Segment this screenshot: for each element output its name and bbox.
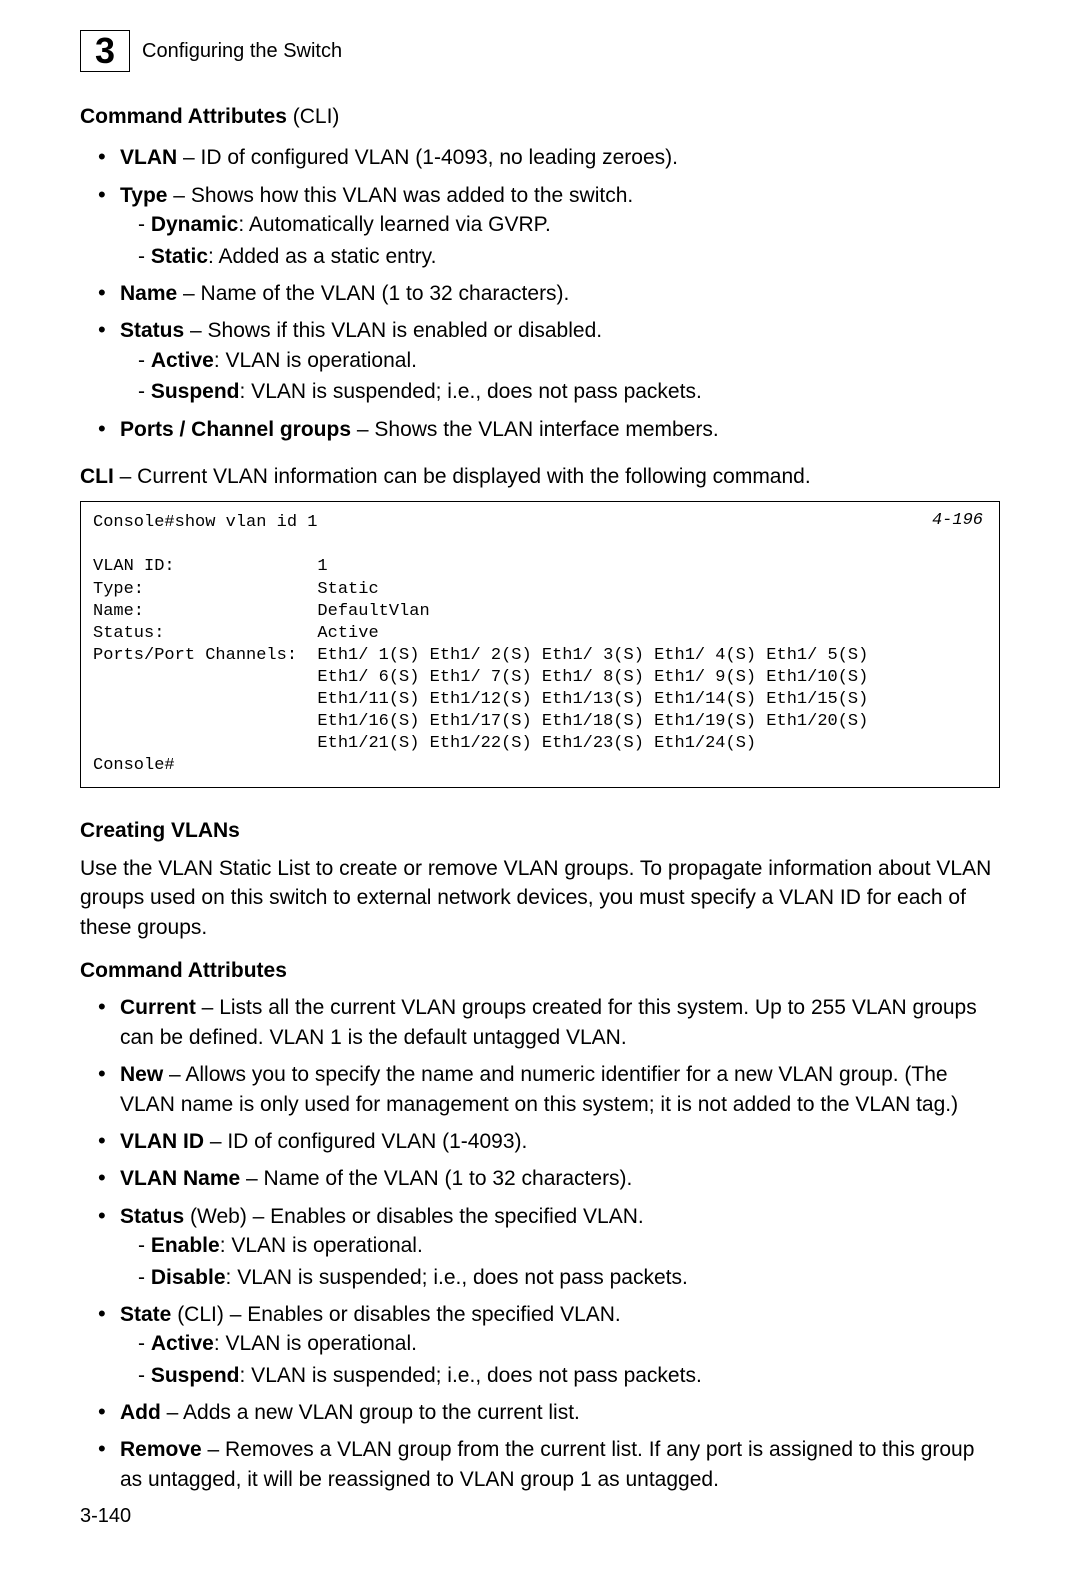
list-item: VLAN – ID of configured VLAN (1-4093, no…: [98, 143, 1000, 172]
attribute-list-creating-vlans: Current – Lists all the current VLAN gro…: [98, 993, 1000, 1494]
list-item: Type – Shows how this VLAN was added to …: [98, 181, 1000, 271]
sub-item: - Dynamic: Automatically learned via GVR…: [138, 210, 1000, 239]
sub-item: - Enable: VLAN is operational.: [138, 1231, 1000, 1260]
list-item: Current – Lists all the current VLAN gro…: [98, 993, 1000, 1052]
cross-reference: 4-196: [932, 510, 983, 532]
chapter-number: 3: [95, 26, 115, 76]
list-item: Remove – Removes a VLAN group from the c…: [98, 1435, 1000, 1494]
cli-output-box: 4-196 Console#show vlan id 1 VLAN ID: 1 T…: [80, 501, 1000, 788]
list-item: VLAN Name – Name of the VLAN (1 to 32 ch…: [98, 1164, 1000, 1193]
page-header: 3 Configuring the Switch: [80, 30, 1000, 72]
cli-output-text: Console#show vlan id 1 VLAN ID: 1 Type: …: [93, 513, 868, 775]
list-item: Status (Web) – Enables or disables the s…: [98, 1202, 1000, 1292]
cli-intro-line: CLI – Current VLAN information can be di…: [80, 462, 1000, 491]
page-number: 3-140: [80, 1502, 131, 1530]
sub-item: - Active: VLAN is operational.: [138, 346, 1000, 375]
attribute-list-cli: VLAN – ID of configured VLAN (1-4093, no…: [98, 143, 1000, 444]
sub-item: - Disable: VLAN is suspended; i.e., does…: [138, 1263, 1000, 1292]
sub-item: - Suspend: VLAN is suspended; i.e., does…: [138, 377, 1000, 406]
list-item: VLAN ID – ID of configured VLAN (1-4093)…: [98, 1127, 1000, 1156]
body-paragraph: Use the VLAN Static List to create or re…: [80, 854, 1000, 942]
sub-item: - Suspend: VLAN is suspended; i.e., does…: [138, 1361, 1000, 1390]
list-item: Name – Name of the VLAN (1 to 32 charact…: [98, 279, 1000, 308]
sub-list: - Active: VLAN is operational. - Suspend…: [138, 1329, 1000, 1390]
chapter-number-icon: 3: [80, 30, 130, 72]
sub-list: - Enable: VLAN is operational. - Disable…: [138, 1231, 1000, 1292]
sub-item: - Static: Added as a static entry.: [138, 242, 1000, 271]
section-title-command-attributes-cli: Command Attributes (CLI): [80, 102, 1000, 131]
sub-list: - Active: VLAN is operational. - Suspend…: [138, 346, 1000, 407]
list-item: Ports / Channel groups – Shows the VLAN …: [98, 415, 1000, 444]
section-title-command-attributes: Command Attributes: [80, 956, 1000, 985]
sub-list: - Dynamic: Automatically learned via GVR…: [138, 210, 1000, 271]
list-item: State (CLI) – Enables or disables the sp…: [98, 1300, 1000, 1390]
chapter-title: Configuring the Switch: [142, 37, 342, 65]
list-item: New – Allows you to specify the name and…: [98, 1060, 1000, 1119]
list-item: Status – Shows if this VLAN is enabled o…: [98, 316, 1000, 406]
sub-item: - Active: VLAN is operational.: [138, 1329, 1000, 1358]
section-title-creating-vlans: Creating VLANs: [80, 816, 1000, 845]
list-item: Add – Adds a new VLAN group to the curre…: [98, 1398, 1000, 1427]
